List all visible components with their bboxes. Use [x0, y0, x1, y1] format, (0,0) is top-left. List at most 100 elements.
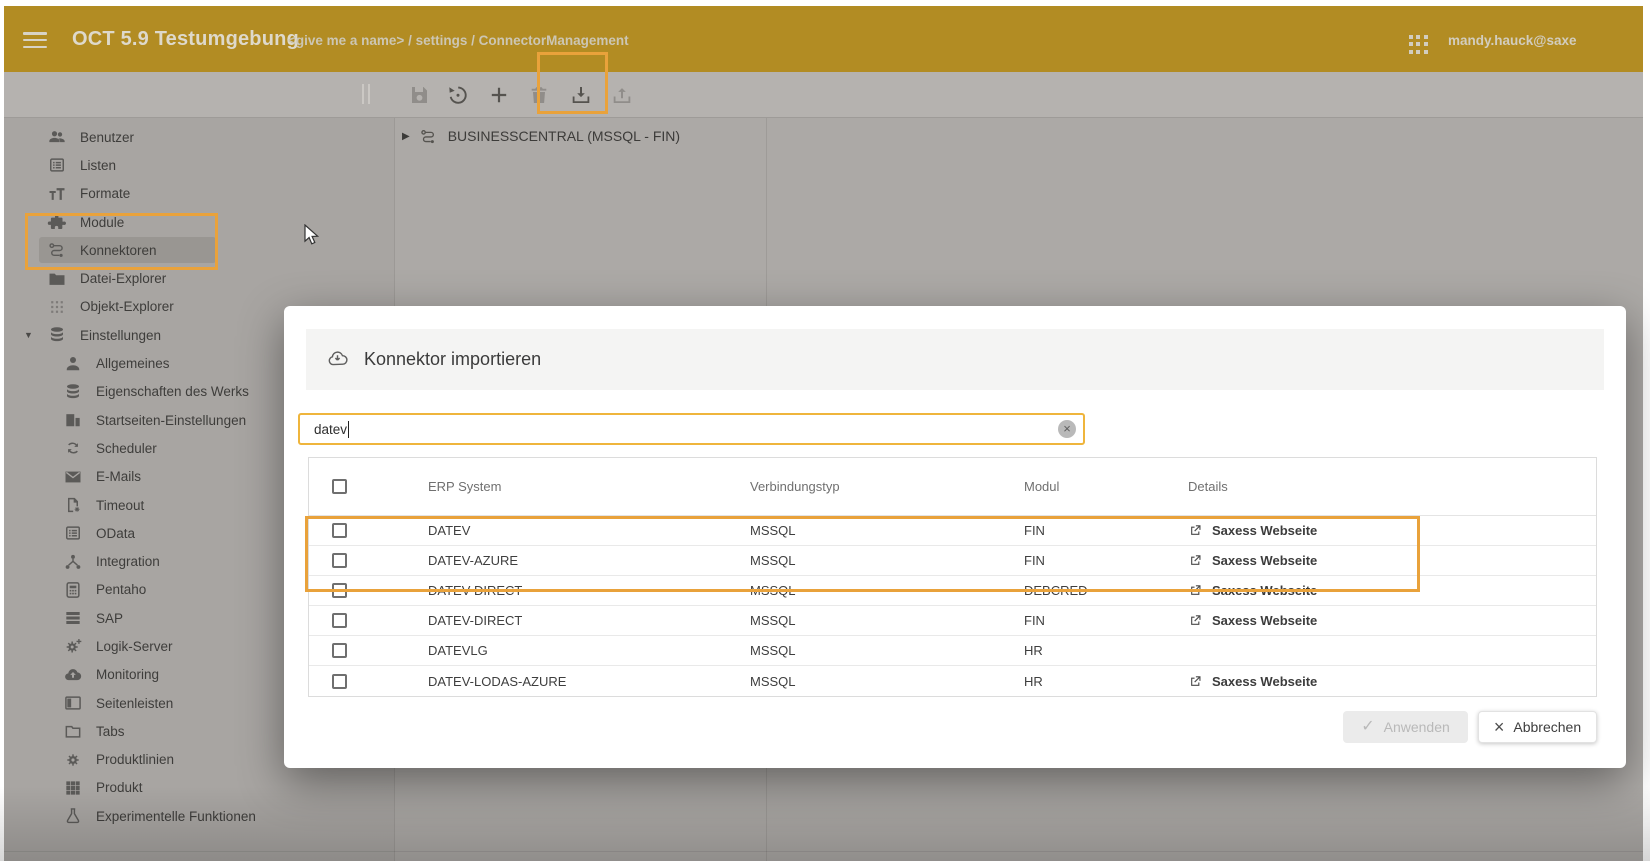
select-all-checkbox[interactable] — [332, 479, 347, 494]
sidebar-item-label: Einstellungen — [80, 328, 161, 343]
breadcrumb: <give me a name> / settings / ConnectorM… — [288, 33, 629, 48]
row-checkbox[interactable] — [332, 523, 347, 538]
search-input[interactable] — [300, 415, 1083, 443]
table-row[interactable]: DATEV-DIRECTMSSQLFINSaxess Webseite — [309, 606, 1596, 636]
details-link[interactable]: Saxess Webseite — [1212, 523, 1317, 538]
row-checkbox[interactable] — [332, 553, 347, 568]
toolbar-save-icon — [407, 83, 431, 107]
sidebar-item-label: Eigenschaften des Werks — [96, 384, 249, 399]
sidebar-item-datei-explorer[interactable]: Datei-Explorer — [4, 264, 393, 292]
row-checkbox-cell — [309, 636, 428, 665]
sidebar-item-label: Logik-Server — [96, 639, 173, 654]
column-header-erp-system: ERP System — [428, 458, 750, 515]
details-link[interactable]: Saxess Webseite — [1212, 583, 1317, 598]
cell-erp-system: DATEV-DIRECT — [428, 606, 750, 635]
details-link[interactable]: Saxess Webseite — [1212, 674, 1317, 689]
menu-icon[interactable] — [23, 32, 47, 49]
toolbar-restore-icon[interactable] — [445, 83, 469, 107]
table-header-row: ERP SystemVerbindungstypModulDetails — [309, 458, 1596, 516]
gear-icon — [63, 750, 83, 770]
sidebar-item-label: Experimentelle Funktionen — [96, 809, 256, 824]
cloudup-icon — [63, 665, 83, 685]
table-row[interactable]: DATEVLGMSSQLHR — [309, 636, 1596, 666]
dialog-header: Konnektor importieren — [306, 329, 1604, 390]
connector-tree-item[interactable]: ▶ BUSINESSCENTRAL (MSSQL - FIN) — [402, 124, 680, 148]
cell-verbindungstyp: MSSQL — [750, 576, 1024, 605]
toolbar-add-icon[interactable] — [487, 83, 511, 107]
text-caret — [348, 421, 349, 438]
toolbar-import-icon[interactable] — [569, 83, 593, 107]
sidebar-item-label: OData — [96, 526, 135, 541]
sidebar-item-formate[interactable]: Formate — [4, 180, 393, 208]
external-link-icon — [1188, 583, 1203, 598]
users-icon — [47, 127, 67, 147]
table-row[interactable]: DATEVMSSQLFINSaxess Webseite — [309, 516, 1596, 546]
cell-verbindungstyp: MSSQL — [750, 636, 1024, 665]
external-link-icon — [1188, 523, 1203, 538]
building-icon — [63, 410, 83, 430]
sidebar-item-label: Listen — [80, 158, 116, 173]
external-link-icon — [1188, 553, 1203, 568]
sidebar-item-label: E-Mails — [96, 469, 141, 484]
sidebar-item-label: Produkt — [96, 780, 143, 795]
sidebar-item-label: Monitoring — [96, 667, 159, 682]
cell-details: Saxess Webseite — [1188, 606, 1596, 635]
calculator-icon — [63, 580, 83, 600]
cell-verbindungstyp: MSSQL — [750, 666, 1024, 696]
table-row[interactable]: DATEV-LODAS-AZUREMSSQLHRSaxess Webseite — [309, 666, 1596, 696]
cell-details: Saxess Webseite — [1188, 546, 1596, 575]
cell-modul: HR — [1024, 666, 1188, 696]
table-row[interactable]: DATEV-AZUREMSSQLFINSaxess Webseite — [309, 546, 1596, 576]
clear-search-icon[interactable]: × — [1058, 420, 1076, 438]
sidebar-item-label: Module — [80, 215, 124, 230]
sidebar-item-label: Benutzer — [80, 130, 134, 145]
row-checkbox-cell — [309, 666, 428, 696]
sidebar-item-label: Allgemeines — [96, 356, 170, 371]
details-link[interactable]: Saxess Webseite — [1212, 613, 1317, 628]
expand-caret-icon[interactable]: ▼ — [24, 330, 33, 340]
details-link[interactable]: Saxess Webseite — [1212, 553, 1317, 568]
table-row[interactable]: DATEV-DIRECTMSSQLDEBCRED Saxess Webseite — [309, 576, 1596, 606]
apps-grid-icon[interactable] — [1409, 35, 1428, 54]
row-checkbox-cell — [309, 516, 428, 545]
import-connector-dialog: Konnektor importieren × ERP SystemVerbin… — [284, 306, 1626, 768]
row-checkbox[interactable] — [332, 613, 347, 628]
check-icon: ✓ — [1361, 719, 1374, 735]
row-checkbox[interactable] — [332, 643, 347, 658]
user-email[interactable]: mandy.hauck@saxe — [1448, 33, 1576, 48]
sidepanel-icon — [63, 693, 83, 713]
sidebar-item-label: Datei-Explorer — [80, 271, 166, 286]
sidebar-item-produkt[interactable]: Produkt — [4, 774, 393, 802]
flask-icon — [63, 806, 83, 826]
header-checkbox-cell — [309, 458, 428, 515]
sidebar-item-listen[interactable]: Listen — [4, 151, 393, 179]
cell-erp-system: DATEV-DIRECT — [428, 576, 750, 605]
sidebar-item-benutzer[interactable]: Benutzer — [4, 123, 393, 151]
sidebar-item-label: Startseiten-Einstellungen — [96, 413, 246, 428]
sidebar-item-experimentelle-funktionen[interactable]: Experimentelle Funktionen — [4, 802, 393, 830]
sidebar-item-label: Konnektoren — [80, 243, 157, 258]
apply-button[interactable]: ✓ Anwenden — [1343, 711, 1468, 743]
dialog-title: Konnektor importieren — [364, 349, 541, 370]
row-checkbox-cell — [309, 576, 428, 605]
sidebar-item-label: Integration — [96, 554, 160, 569]
format-icon — [47, 184, 67, 204]
cancel-button[interactable]: × Abbrechen — [1478, 711, 1597, 743]
module-icon — [47, 212, 67, 232]
sidebar-item-module[interactable]: Module — [4, 208, 393, 236]
cell-modul: DEBCRED — [1024, 576, 1188, 605]
cloud-import-icon — [326, 348, 349, 371]
sidebar-item-label: Formate — [80, 186, 130, 201]
sidebar-item-konnektoren[interactable]: Konnektoren — [4, 236, 393, 264]
toolbar-drag-handle[interactable] — [362, 84, 370, 104]
row-checkbox[interactable] — [332, 583, 347, 598]
cell-erp-system: DATEVLG — [428, 636, 750, 665]
list-icon — [63, 523, 83, 543]
row-checkbox[interactable] — [332, 674, 347, 689]
folder-icon — [47, 269, 67, 289]
sidebar-item-label: Seitenleisten — [96, 696, 173, 711]
sidebar-item-label: Objekt-Explorer — [80, 299, 174, 314]
toolbar-delete-icon — [527, 83, 551, 107]
tree-expand-icon[interactable]: ▶ — [402, 131, 410, 142]
docgear-icon — [63, 495, 83, 515]
